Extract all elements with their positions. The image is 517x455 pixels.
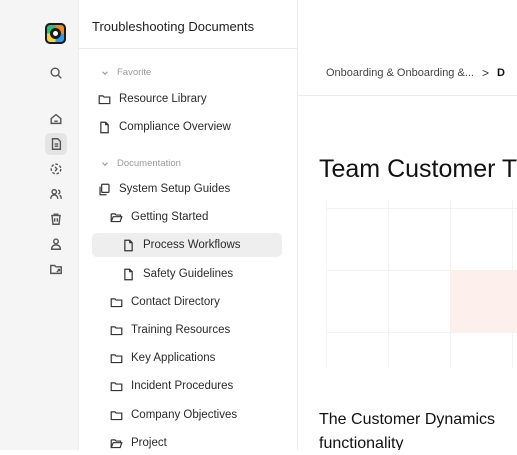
tree-item-label: Contact Directory — [131, 296, 220, 308]
section-documentation[interactable]: Documentation — [101, 158, 181, 169]
body-text: functionality — [319, 435, 404, 450]
section-favorite-label: Favorite — [117, 67, 152, 78]
folder-icon — [110, 297, 123, 307]
chevron-down-icon — [102, 161, 108, 166]
copy-icon — [99, 183, 110, 195]
divider — [79, 48, 297, 49]
refresh-icon[interactable] — [45, 158, 67, 180]
cover-image — [326, 200, 517, 368]
breadcrumb: Onboarding & Onboarding &... > D — [326, 66, 505, 80]
tree-item-incident-procedures[interactable]: Incident Procedures — [110, 374, 233, 398]
divider — [297, 95, 517, 96]
folder-open-icon — [110, 438, 123, 448]
file-icon — [100, 121, 109, 133]
body-text: The Customer Dynamics — [319, 411, 496, 428]
tree-item-label: Key Applications — [131, 352, 216, 364]
folder-icon — [110, 325, 123, 335]
document-icon[interactable] — [45, 133, 67, 155]
tree-item-key-applications[interactable]: Key Applications — [110, 346, 215, 370]
folder-icon — [110, 353, 123, 363]
tree-item-label: Resource Library — [119, 93, 207, 105]
main-content: Onboarding & Onboarding &... > D Team Cu… — [297, 0, 517, 450]
sidebar: Troubleshooting Documents Favorite Resou… — [78, 0, 298, 450]
tree-item-system-setup-guides[interactable]: System Setup Guides — [98, 177, 230, 201]
breadcrumb-current[interactable]: D — [497, 67, 505, 79]
app-logo[interactable] — [45, 23, 66, 44]
tree-item-getting-started[interactable]: Getting Started — [110, 205, 208, 229]
file-icon — [124, 268, 133, 280]
folder-icon — [110, 381, 123, 391]
tree-item-safety-guidelines[interactable]: Safety Guidelines — [122, 262, 233, 286]
tree-item-label: Compliance Overview — [119, 121, 231, 133]
breadcrumb-separator-icon: > — [481, 66, 489, 80]
tree-item-label: Project — [131, 437, 167, 449]
tree-item-compliance-overview[interactable]: Compliance Overview — [98, 115, 231, 139]
tree-item-label: Safety Guidelines — [143, 268, 234, 280]
trash-icon[interactable] — [45, 208, 67, 230]
tree-item-label: Getting Started — [131, 211, 209, 223]
tree-item-label: Process Workflows — [143, 239, 241, 251]
chevron-down-icon — [102, 70, 108, 75]
tree-item-label: Company Objectives — [131, 409, 238, 421]
section-documentation-label: Documentation — [117, 158, 181, 169]
folder-icon — [110, 410, 123, 420]
tree-item-contact-directory[interactable]: Contact Directory — [110, 290, 220, 314]
tree-item-project[interactable]: Project — [110, 431, 167, 455]
tree-item-process-workflows[interactable]: Process Workflows — [92, 233, 282, 257]
file-icon — [124, 239, 133, 251]
tree-item-label: Training Resources — [131, 324, 231, 336]
tree-item-training-resources[interactable]: Training Resources — [110, 318, 230, 342]
users-icon[interactable] — [45, 183, 67, 205]
folder-open-icon — [110, 212, 123, 222]
section-favorite[interactable]: Favorite — [101, 67, 151, 78]
cover-highlight — [450, 270, 517, 332]
tree-item-label: System Setup Guides — [119, 183, 231, 195]
page-title: Team Customer T — [319, 155, 517, 183]
folder-icon — [98, 94, 111, 104]
folder-share-icon[interactable] — [45, 258, 67, 280]
home-icon[interactable] — [45, 108, 67, 130]
sidebar-title: Troubleshooting Documents — [92, 19, 255, 34]
tree-item-label: Incident Procedures — [131, 380, 234, 392]
tree-item-resource-library[interactable]: Resource Library — [98, 87, 207, 111]
user-icon[interactable] — [45, 233, 67, 255]
search-icon[interactable] — [45, 62, 67, 84]
breadcrumb-item[interactable]: Onboarding & Onboarding &... — [326, 67, 474, 79]
tree-item-company-objectives[interactable]: Company Objectives — [110, 403, 237, 427]
icon-rail — [0, 0, 78, 450]
